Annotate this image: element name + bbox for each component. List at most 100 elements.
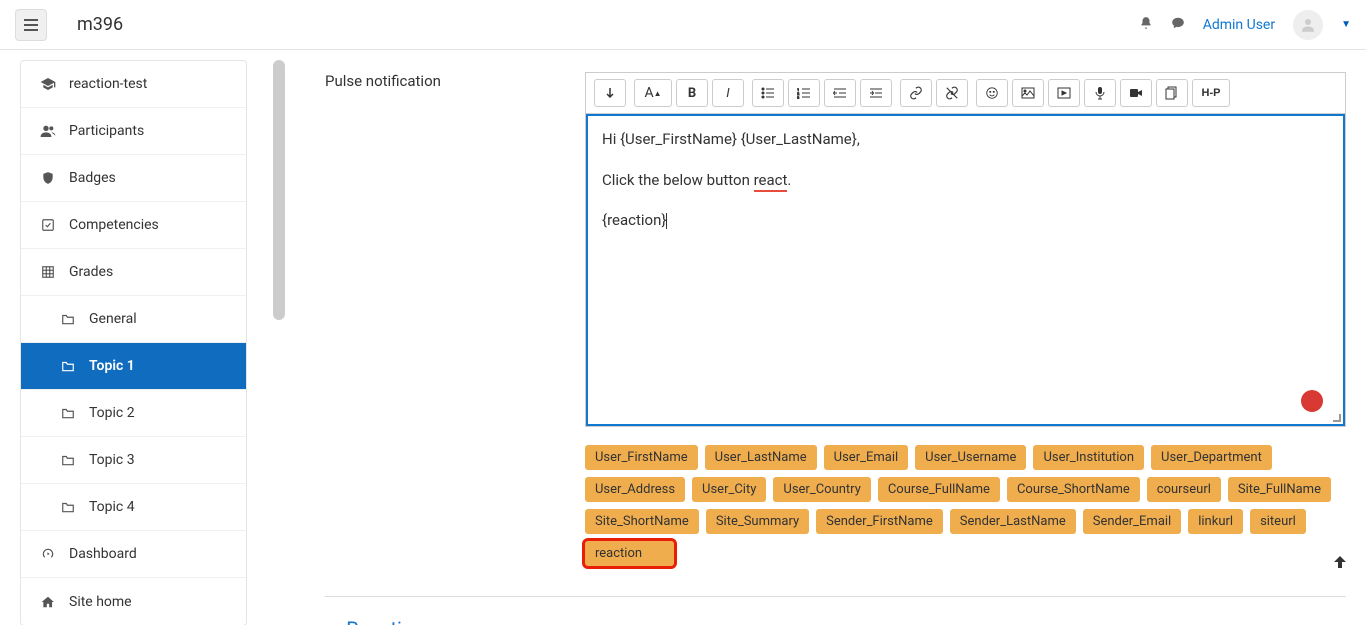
- placeholder-tag-user_city[interactable]: User_City: [692, 477, 766, 502]
- sidebar-item-label: Site home: [69, 594, 132, 610]
- sidebar-item-label: Competencies: [69, 217, 159, 233]
- placeholder-tag-user_address[interactable]: User_Address: [585, 477, 685, 502]
- sidebar-item-label: Participants: [69, 123, 144, 139]
- placeholder-tag-user_department[interactable]: User_Department: [1151, 445, 1272, 470]
- sidebar-item-label: Topic 4: [89, 499, 135, 515]
- placeholder-tag-linkurl[interactable]: linkurl: [1188, 509, 1243, 534]
- toolbar-outdent-button[interactable]: [824, 79, 856, 107]
- hamburger-button[interactable]: [15, 9, 47, 41]
- placeholder-tag-course_shortname[interactable]: Course_ShortName: [1007, 477, 1140, 502]
- user-name-link[interactable]: Admin User: [1203, 17, 1275, 33]
- sidebar-item-dashboard[interactable]: Dashboard: [21, 531, 246, 578]
- sidebar-item-label: reaction-test: [69, 76, 147, 92]
- sidebar-item-topic-4[interactable]: Topic 4: [21, 484, 246, 531]
- editor-line-2-pre: Click the below button: [602, 171, 754, 189]
- editor-line-3: {reaction}: [602, 211, 667, 229]
- shield-icon: [39, 169, 57, 187]
- home-icon: [39, 593, 57, 611]
- placeholder-tag-course_fullname[interactable]: Course_FullName: [878, 477, 1000, 502]
- check-square-icon: [39, 216, 57, 234]
- section-reaction[interactable]: ▶ Reaction: [325, 596, 1346, 625]
- toolbar-emoji-button[interactable]: [976, 79, 1008, 107]
- gauge-icon: [39, 545, 57, 563]
- editor-line-1: Hi {User_FirstName} {User_LastName},: [602, 130, 860, 148]
- sidebar-item-badges[interactable]: Badges: [21, 155, 246, 202]
- notification-label: Pulse notification: [325, 72, 585, 566]
- toolbar-mic-button[interactable]: [1084, 79, 1116, 107]
- folder-icon: [59, 498, 77, 516]
- sidebar-item-label: Dashboard: [69, 546, 137, 562]
- toolbar-bold-button[interactable]: B: [676, 79, 708, 107]
- sidebar-item-participants[interactable]: Participants: [21, 108, 246, 155]
- placeholder-tag-site_fullname[interactable]: Site_FullName: [1228, 477, 1331, 502]
- sidebar-item-site-home[interactable]: Site home: [21, 578, 246, 625]
- toolbar-files-button[interactable]: [1156, 79, 1188, 107]
- placeholder-tag-user_firstname[interactable]: User_FirstName: [585, 445, 698, 470]
- placeholder-tag-site_shortname[interactable]: Site_ShortName: [585, 509, 699, 534]
- toolbar-unlink-button[interactable]: [936, 79, 968, 107]
- editor-textarea[interactable]: Hi {User_FirstName} {User_LastName}, Cli…: [586, 114, 1345, 426]
- resize-handle[interactable]: [1331, 412, 1341, 422]
- toolbar-media-button[interactable]: [1048, 79, 1080, 107]
- editor-toolbar: A▲ B I 123: [586, 73, 1345, 114]
- placeholder-tag-user_username[interactable]: User_Username: [915, 445, 1026, 470]
- sidebar-item-general[interactable]: General: [21, 296, 246, 343]
- folder-icon: [59, 357, 77, 375]
- user-menu-caret[interactable]: ▼: [1341, 19, 1351, 30]
- record-badge-icon[interactable]: [1301, 390, 1323, 412]
- sidebar-item-label: Topic 1: [89, 358, 135, 374]
- svg-text:3: 3: [797, 95, 799, 99]
- toolbar-image-button[interactable]: [1012, 79, 1044, 107]
- sidebar-item-reaction-test[interactable]: reaction-test: [21, 61, 246, 108]
- sidebar-item-grades[interactable]: Grades: [21, 249, 246, 296]
- sidebar-item-label: Grades: [69, 264, 113, 280]
- placeholder-tag-sender_email[interactable]: Sender_Email: [1083, 509, 1181, 534]
- folder-icon: [59, 451, 77, 469]
- editor-wrap: A▲ B I 123: [585, 72, 1346, 427]
- site-name: m396: [77, 14, 123, 35]
- placeholder-tag-user_country[interactable]: User_Country: [773, 477, 870, 502]
- editor-line-2-post: .: [787, 171, 791, 189]
- placeholder-tag-courseurl[interactable]: courseurl: [1147, 477, 1221, 502]
- placeholder-tag-sender_firstname[interactable]: Sender_FirstName: [816, 509, 943, 534]
- toolbar-indent-button[interactable]: [860, 79, 892, 107]
- placeholder-tag-user_lastname[interactable]: User_LastName: [705, 445, 817, 470]
- placeholder-tag-sender_lastname[interactable]: Sender_LastName: [950, 509, 1076, 534]
- topbar: m396 Admin User ▼: [0, 0, 1366, 50]
- topbar-right: Admin User ▼: [1139, 10, 1351, 40]
- sidebar-nav: reaction-test Participants Badges Competenc…: [20, 60, 247, 625]
- folder-icon: [59, 404, 77, 422]
- sidebar-item-topic-2[interactable]: Topic 2: [21, 390, 246, 437]
- hamburger-icon: [24, 19, 38, 31]
- toolbar-ul-button[interactable]: [752, 79, 784, 107]
- placeholder-tag-site_summary[interactable]: Site_Summary: [706, 509, 809, 534]
- sidebar-item-topic-3[interactable]: Topic 3: [21, 437, 246, 484]
- chat-icon[interactable]: [1171, 16, 1185, 34]
- toolbar-link-button[interactable]: [900, 79, 932, 107]
- placeholder-tag-siteurl[interactable]: siteurl: [1250, 509, 1306, 534]
- sidebar-scrollbar[interactable]: [273, 60, 285, 320]
- sidebar-item-label: Badges: [69, 170, 116, 186]
- sidebar-item-label: Topic 3: [89, 452, 135, 468]
- toolbar-styles-button[interactable]: A▲: [634, 79, 672, 107]
- scroll-top-button[interactable]: [1332, 554, 1348, 575]
- sidebar-item-label: Topic 2: [89, 405, 135, 421]
- placeholder-tag-user_institution[interactable]: User_Institution: [1033, 445, 1144, 470]
- toolbar-h5p-button[interactable]: H-P: [1192, 79, 1230, 107]
- main-content: Pulse notification A▲ B I: [285, 50, 1366, 625]
- main-wrap: reaction-test Participants Badges Competenc…: [0, 50, 1366, 625]
- toolbar-italic-button[interactable]: I: [712, 79, 744, 107]
- placeholder-tags: User_FirstNameUser_LastNameUser_EmailUse…: [585, 445, 1346, 566]
- placeholder-tag-reaction[interactable]: reaction: [585, 541, 674, 566]
- toolbar-expand-button[interactable]: [594, 79, 626, 107]
- bell-icon[interactable]: [1139, 16, 1153, 34]
- placeholder-tag-user_email[interactable]: User_Email: [824, 445, 909, 470]
- sidebar-item-topic-1[interactable]: Topic 1: [21, 343, 246, 390]
- toolbar-video-button[interactable]: [1120, 79, 1152, 107]
- folder-icon: [59, 310, 77, 328]
- user-avatar[interactable]: [1293, 10, 1323, 40]
- notification-field: A▲ B I 123: [585, 72, 1346, 566]
- toolbar-ol-button[interactable]: 123: [788, 79, 820, 107]
- sidebar-item-competencies[interactable]: Competencies: [21, 202, 246, 249]
- sidebar-column: reaction-test Participants Badges Competenc…: [0, 50, 285, 625]
